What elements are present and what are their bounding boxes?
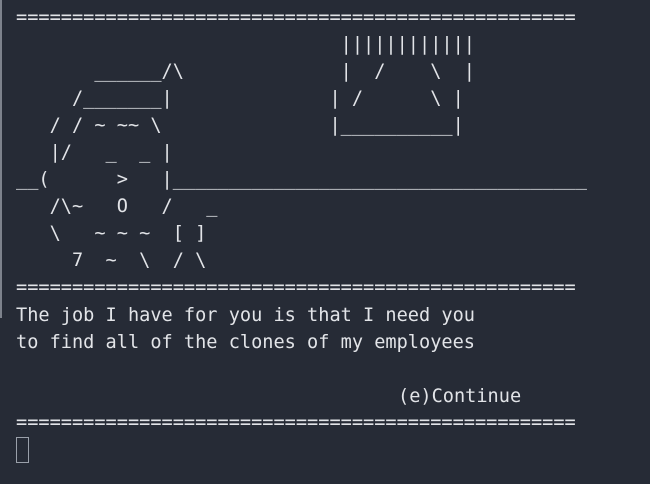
ascii-line: / / ~ ~~ \ |__________| [16,115,464,136]
continue-option[interactable]: (e)Continue [398,383,521,410]
divider-top: ========================================… [16,7,576,28]
ascii-line: |/ _ _ | [16,142,173,163]
terminal-window: ========================================… [0,0,650,484]
ascii-line: /\~ O / _ [16,196,218,217]
dialog-line-1: The job I have for you is that I need yo… [16,305,475,326]
ascii-line: ______/\ | / \ | [16,61,475,82]
divider-middle: ========================================… [16,277,576,298]
ascii-line: /_______| | / \ | [16,88,464,109]
dialog-line-2: to find all of the clones of my employee… [16,332,475,353]
scroll-edge [0,0,2,318]
ascii-line: 7 ~ \ / \ [16,250,207,271]
input-cursor[interactable] [16,437,29,463]
ascii-line: |||||||||||| [16,34,475,55]
ascii-art-scene: ========================================… [16,4,587,301]
ascii-line: __( > |_________________________________… [16,169,587,190]
ascii-line: \ ~ ~ ~ [ ] [16,223,207,244]
divider-bottom: ========================================… [16,412,576,433]
